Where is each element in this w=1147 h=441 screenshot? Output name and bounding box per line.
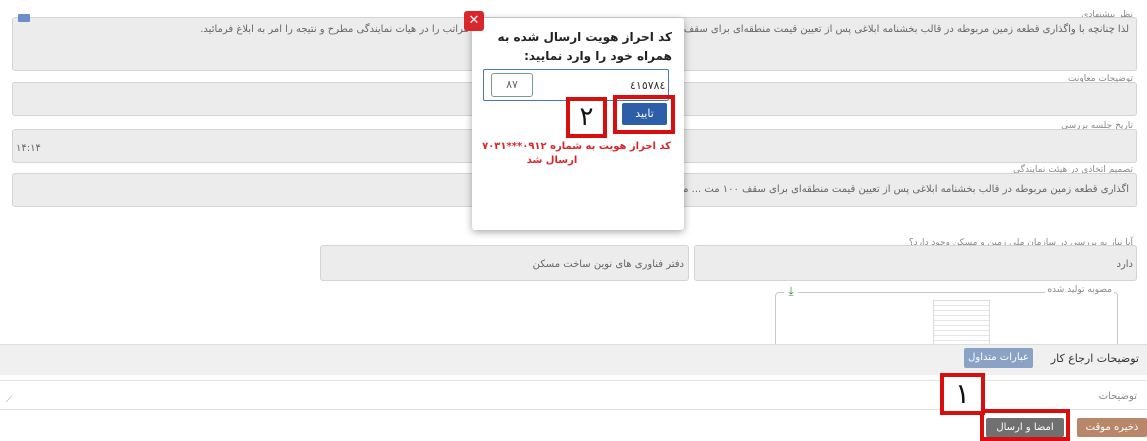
notes-label: توضیحات [1098,391,1137,402]
generated-approval-label: مصوبه تولید شده [1045,285,1114,295]
collapse-icon[interactable] [18,14,30,22]
annotation-step2-number: ۲ [570,101,603,134]
save-draft-button[interactable]: ذخیره موقت [1077,418,1147,437]
sms-message-line2: ارسال شد [526,155,578,166]
resize-handle-icon[interactable]: ⟋ [6,395,12,405]
modal-title-line1: کد احراز هویت ارسال شده به [497,30,672,44]
modal-title-line2: همراه خود را وارد نمایید: [524,49,672,63]
auth-code-value: ٤١٥٧٨٤ [630,79,666,92]
annotation-box-confirm [613,95,675,134]
modal-close-button[interactable]: ✕ [464,11,484,31]
captcha-value: ۸۷ [506,78,518,91]
referral-label: توضیحات ارجاع کار [1050,352,1139,365]
meeting-date-value: ۱۴:۱۴ [16,143,41,154]
download-icon[interactable]: ⤓ [784,284,798,298]
annotation-step1-number: ۱ [944,377,981,411]
annotation-box-sign-send [980,409,1070,441]
common-phrases-button[interactable]: عبارات متداول [964,348,1033,368]
need-review-field[interactable] [694,245,1137,281]
office-value: دفتر فناوری های نوین ساخت مسکن [532,259,684,270]
need-review-value: دارد [1116,259,1133,270]
sms-message-line1: کد احراز هویت به شماره ۰۹۱۲***۷۰۳۱ [482,141,671,152]
